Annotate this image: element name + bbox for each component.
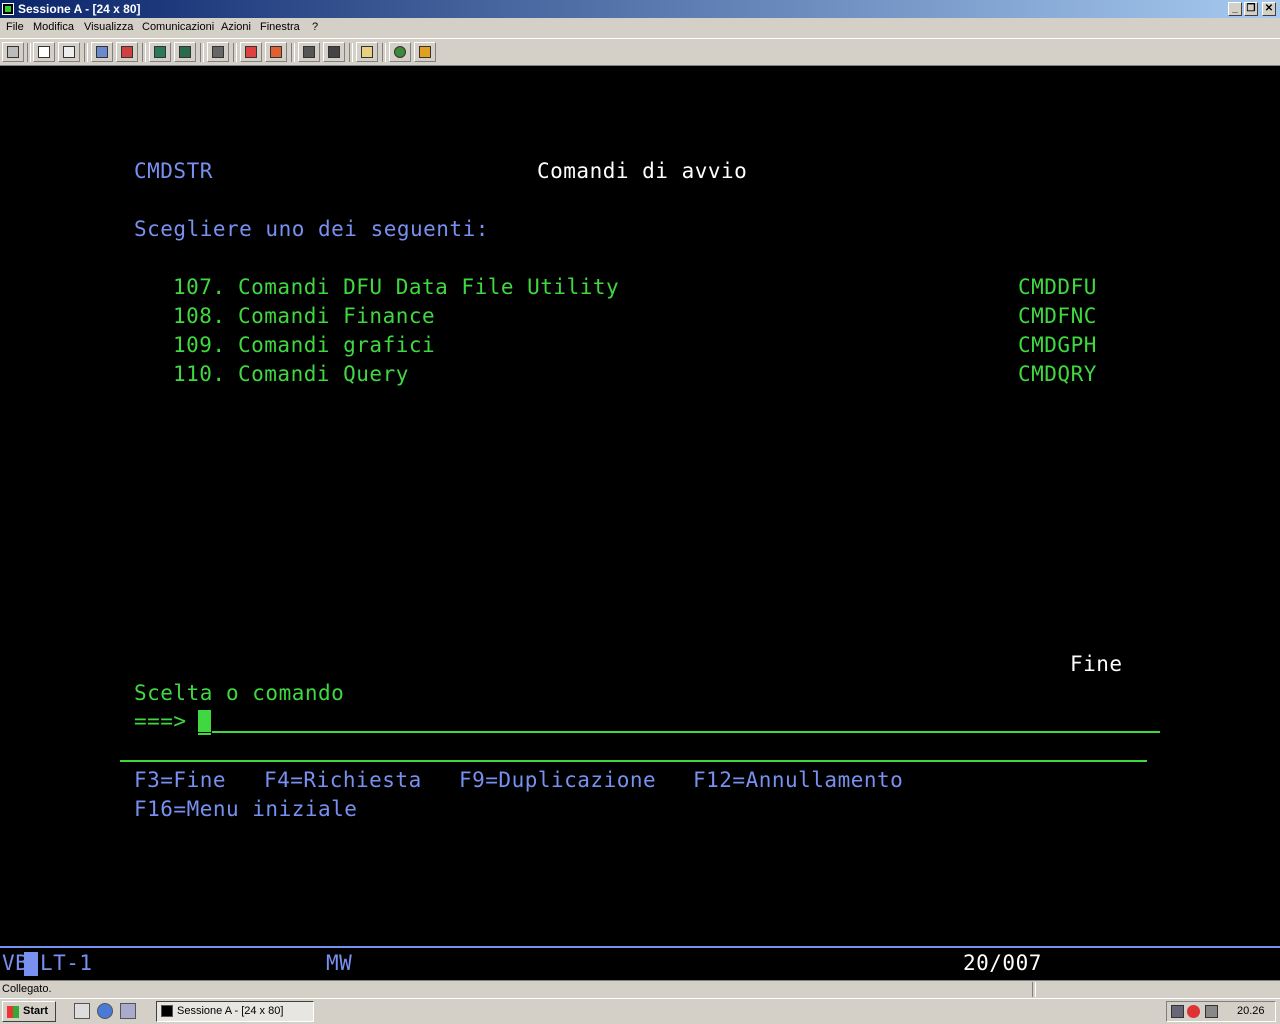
menu-file[interactable]: File [6,21,24,33]
keyboard-icon[interactable] [174,42,196,62]
close-button[interactable]: ✕ [1262,2,1276,16]
fkey-f4[interactable]: F4=Richiesta [264,769,422,791]
menu-finestra[interactable]: Finestra [260,21,300,33]
option-number: 110. [173,362,226,386]
fkey-f16[interactable]: F16=Menu iniziale [134,798,357,820]
oia-separator [0,946,1280,948]
macro-icon[interactable] [207,42,229,62]
system-tray: 20.26 [1166,1001,1276,1022]
cursor-underline [198,733,211,735]
minimize-button[interactable]: _ [1228,2,1242,16]
taskbar-session-button[interactable]: Sessione A - [24 x 80] [156,1001,314,1022]
option-code: CMDDFU [1018,275,1097,299]
windows-logo-icon [7,1006,19,1018]
start-button[interactable]: Start [2,1001,56,1022]
toolbar-separator [142,43,146,62]
oia-cursor-position: 20/007 [963,951,1042,975]
oia-session-id: LT-1 [40,951,93,975]
menu-azioni[interactable]: Azioni [221,21,251,33]
menu-visualizza[interactable]: Visualizza [84,21,133,33]
oia-mode: MW [326,951,353,975]
option-label[interactable]: Comandi grafici [238,334,435,356]
option-number: 108. [173,304,226,328]
toolbar-separator [291,43,295,62]
network-status-icon[interactable] [1171,1005,1184,1018]
status-separator [1032,982,1036,997]
menu-modifica[interactable]: Modifica [33,21,74,33]
toolbar-separator [27,43,31,62]
record-macro-icon[interactable] [240,42,262,62]
option-code: CMDGPH [1018,333,1097,357]
toolbar-separator [349,43,353,62]
more-indicator: Fine [1070,652,1123,676]
clock: 20.26 [1237,1005,1265,1017]
toolbar [0,38,1280,66]
stop-macro-icon[interactable] [298,42,320,62]
option-code: CMDQRY [1018,362,1097,386]
toolbar-separator [233,43,237,62]
clipboard-icon[interactable] [356,42,378,62]
menu-comunicazioni[interactable]: Comunicazioni [142,21,214,33]
print-screen-icon[interactable] [2,42,24,62]
command-label: Scelta o comando [134,681,345,705]
option-label[interactable]: Comandi Finance [238,305,435,327]
pause-macro-icon[interactable] [323,42,345,62]
screen-title: Comandi di avvio [537,159,748,183]
display-icon[interactable] [149,42,171,62]
toolbar-separator [84,43,88,62]
option-label[interactable]: Comandi DFU Data File Utility [238,276,619,298]
window-title: Sessione A - [24 x 80] [18,2,141,16]
paste-icon[interactable] [58,42,80,62]
restore-button[interactable]: ❐ [1244,2,1258,16]
terminal-app-icon [161,1005,173,1017]
menu-name: CMDSTR [134,159,213,183]
option-number: 109. [173,333,226,357]
divider-line [120,760,1147,762]
option-code: CMDFNC [1018,304,1097,328]
command-input-underline[interactable] [212,731,1160,733]
volume-icon[interactable] [1205,1005,1218,1018]
network-icon[interactable] [120,1003,136,1019]
fkey-f9[interactable]: F9=Duplicazione [459,769,656,791]
connection-status: Collegato. [2,983,52,995]
start-label: Start [23,1005,49,1017]
option-label[interactable]: Comandi Query [238,363,409,385]
copy-icon[interactable] [33,42,55,62]
taskbar-session-label: Sessione A - [24 x 80] [177,1005,284,1017]
fkey-f12[interactable]: F12=Annullamento [693,769,903,791]
menu-help[interactable]: ? [312,21,318,33]
terminal-app-icon[interactable] [2,3,14,15]
taskbar: Start Sessione A - [24 x 80] 20.26 [0,998,1280,1024]
web-icon[interactable] [389,42,411,62]
menu-bar: File Modifica Visualizza Comunicazioni A… [0,18,1280,38]
receive-file-icon[interactable] [116,42,138,62]
acrobat-icon[interactable] [1187,1005,1200,1018]
oia-system-indicator: VB [2,951,29,975]
title-bar: Sessione A - [24 x 80] _ ❐ ✕ [0,0,1280,18]
play-macro-icon[interactable] [265,42,287,62]
command-prompt-arrow: ===> [134,709,187,733]
status-bar: Collegato. [0,980,1280,998]
toolbar-separator [200,43,204,62]
show-desktop-icon[interactable] [74,1003,90,1019]
choose-prompt: Scegliere uno dei seguenti: [134,217,489,241]
text-cursor [198,710,211,732]
terminal-screen[interactable]: CMDSTR Comandi di avvio Scegliere uno de… [0,66,1280,980]
fkey-f3[interactable]: F3=Fine [134,769,226,791]
send-file-icon[interactable] [91,42,113,62]
internet-explorer-icon[interactable] [97,1003,113,1019]
option-number: 107. [173,275,226,299]
help-icon[interactable] [414,42,436,62]
toolbar-separator [382,43,386,62]
